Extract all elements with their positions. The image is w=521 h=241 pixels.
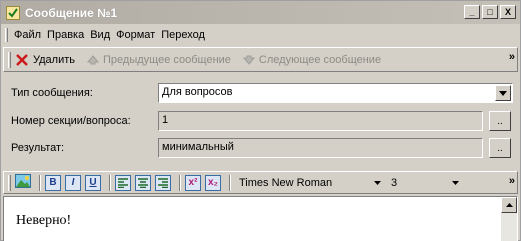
message-editor[interactable]: Неверно!	[3, 196, 518, 241]
superscript-icon: x²	[188, 177, 198, 188]
toolbar-separator	[39, 174, 41, 191]
align-right-icon	[158, 177, 168, 188]
dropdown-arrow-icon	[452, 180, 459, 185]
maximize-button[interactable]: □	[482, 5, 498, 19]
section-number-row: Номер секции/вопроса: 1 ..	[1, 111, 520, 133]
arrow-down-icon	[242, 55, 255, 65]
section-number-field[interactable]: 1	[158, 111, 483, 131]
title-bar[interactable]: Сообщение №1 _ □ X	[1, 1, 520, 24]
message-window: Сообщение №1 _ □ X Файл Правка Вид Форма…	[0, 0, 521, 241]
font-size-combo[interactable]: 3	[387, 174, 463, 191]
menu-view[interactable]: Вид	[87, 29, 113, 41]
message-type-select[interactable]: Для вопросов	[158, 83, 513, 103]
ellipsis-icon: ..	[497, 116, 503, 127]
align-left-icon	[118, 177, 128, 188]
result-browse-button[interactable]: ..	[489, 138, 511, 158]
menu-file[interactable]: Файл	[11, 29, 44, 41]
minimize-icon: _	[469, 6, 475, 17]
vertical-scrollbar[interactable]	[501, 197, 517, 241]
scroll-up-button[interactable]	[501, 197, 517, 213]
subscript-button[interactable]: x₂	[205, 174, 221, 191]
image-icon	[15, 174, 31, 188]
dropdown-arrow-icon	[374, 180, 381, 185]
section-number-value: 1	[162, 114, 169, 126]
result-label: Результат:	[11, 142, 65, 154]
align-right-button[interactable]	[155, 174, 171, 191]
checkmark-app-icon	[5, 5, 21, 21]
section-browse-button[interactable]: ..	[489, 111, 511, 131]
toolbar-grip[interactable]	[8, 51, 11, 68]
window-title: Сообщение №1	[25, 5, 118, 20]
next-message-button[interactable]: Следующее сообщение	[242, 53, 382, 66]
format-toolbar-grip[interactable]	[8, 174, 11, 191]
arrow-up-icon	[87, 54, 99, 64]
window-controls: _ □ X	[464, 5, 516, 19]
underline-button[interactable]: U	[85, 174, 101, 191]
dropdown-arrow-icon[interactable]	[495, 85, 511, 101]
format-toolbar: B I U x² x₂ Times New Roman 3 »	[3, 171, 518, 194]
toolbar-separator	[229, 174, 231, 191]
message-type-value: Для вопросов	[162, 86, 233, 98]
menu-bar: Файл Правка Вид Формат Переход	[1, 25, 520, 45]
delete-label: Удалить	[33, 53, 75, 66]
ellipsis-icon: ..	[497, 143, 503, 154]
superscript-button[interactable]: x²	[185, 174, 201, 191]
result-value: минимальный	[162, 141, 234, 153]
align-center-icon	[138, 177, 148, 188]
menu-grip[interactable]	[5, 28, 8, 42]
toolbar-overflow-icon[interactable]: »	[509, 51, 515, 63]
font-size-value: 3	[391, 176, 398, 189]
previous-message-button[interactable]: Предыдущее сообщение	[87, 54, 231, 66]
menu-go[interactable]: Переход	[158, 29, 208, 41]
subscript-icon: x₂	[207, 177, 218, 188]
next-message-label: Следующее сообщение	[258, 53, 382, 66]
close-button[interactable]: X	[500, 5, 516, 19]
maximize-icon: □	[487, 6, 493, 17]
toolbar-separator	[179, 174, 181, 191]
previous-message-label: Предыдущее сообщение	[103, 53, 231, 66]
menu-edit[interactable]: Правка	[44, 29, 87, 41]
editor-text[interactable]: Неверно!	[16, 213, 71, 229]
message-type-row: Тип сообщения: Для вопросов	[1, 83, 520, 105]
close-icon: X	[504, 6, 511, 17]
italic-icon: I	[71, 177, 75, 188]
font-name-value: Times New Roman	[239, 176, 333, 189]
message-type-label: Тип сообщения:	[11, 87, 93, 99]
format-toolbar-overflow-icon[interactable]: »	[509, 175, 515, 187]
insert-image-button[interactable]	[15, 174, 31, 191]
red-x-icon	[16, 53, 28, 66]
result-row: Результат: минимальный ..	[1, 138, 520, 160]
bold-icon: B	[49, 177, 57, 188]
font-name-combo[interactable]: Times New Roman	[235, 174, 385, 191]
align-center-button[interactable]	[135, 174, 151, 191]
section-number-label: Номер секции/вопроса:	[11, 115, 131, 127]
bold-button[interactable]: B	[45, 174, 61, 191]
scroll-up-icon	[505, 203, 513, 207]
result-field[interactable]: минимальный	[158, 138, 483, 158]
delete-button[interactable]: Удалить	[15, 53, 75, 67]
toolbar-separator	[109, 174, 111, 191]
minimize-button[interactable]: _	[464, 5, 480, 19]
italic-button[interactable]: I	[65, 174, 81, 191]
action-toolbar: Удалить Предыдущее сообщение Следующее с…	[3, 47, 518, 72]
menu-format[interactable]: Формат	[113, 29, 158, 41]
underline-icon: U	[89, 177, 97, 188]
align-left-button[interactable]	[115, 174, 131, 191]
